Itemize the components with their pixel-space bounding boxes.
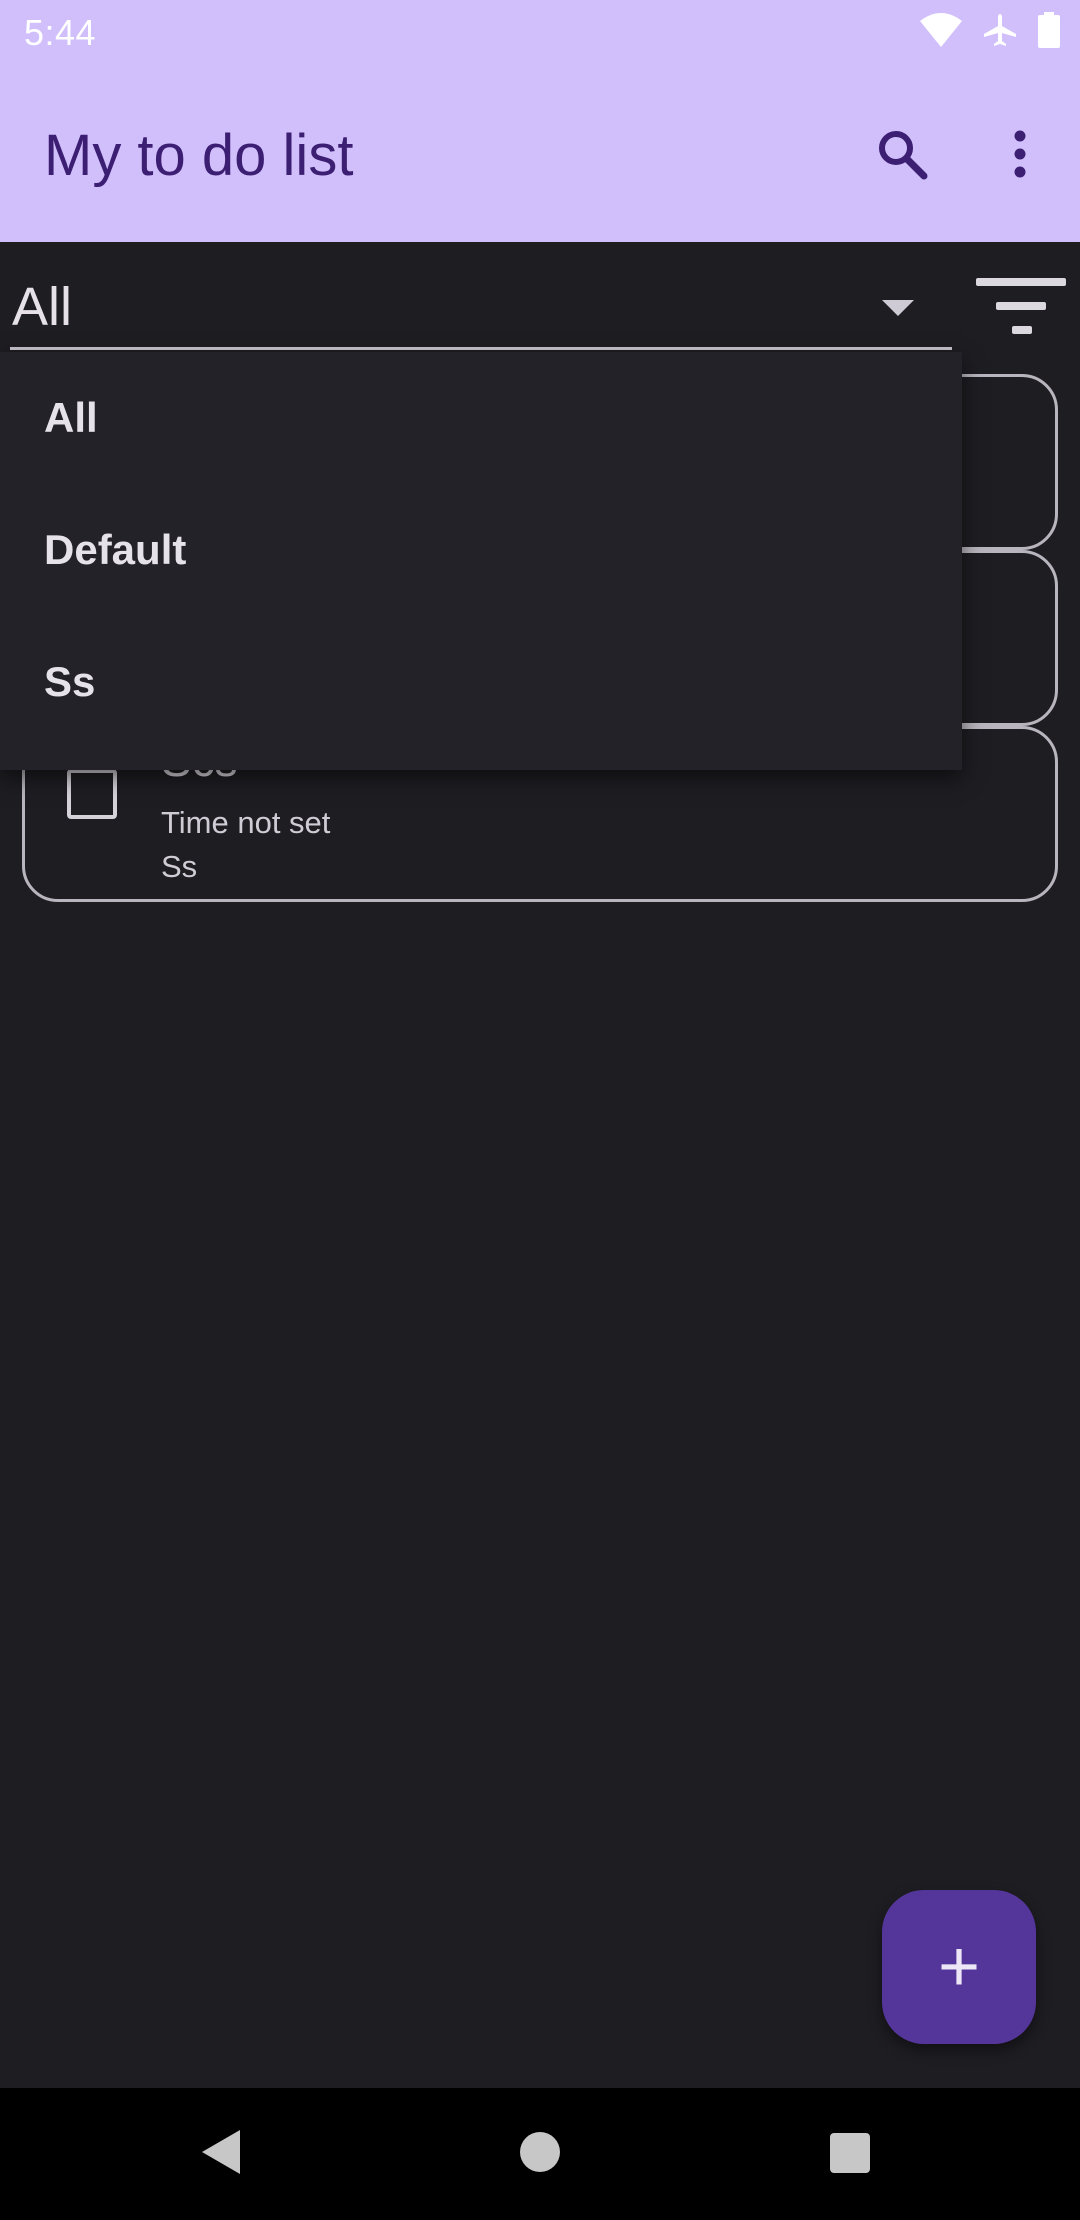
- status-bar: 5:44: [0, 0, 1080, 66]
- battery-icon: [1038, 11, 1060, 53]
- category-selected-value: All: [12, 277, 73, 337]
- page-title: My to do list: [44, 123, 354, 188]
- add-task-button[interactable]: +: [882, 1890, 1036, 2044]
- task-checkbox[interactable]: [67, 769, 117, 819]
- menu-item-default[interactable]: Default: [0, 484, 962, 616]
- status-time: 5:44: [24, 12, 97, 53]
- dropdown-arrow-icon: [882, 300, 914, 316]
- category-dropdown-menu: All Default Ss: [0, 352, 962, 770]
- more-options-button[interactable]: [980, 116, 1060, 196]
- back-button[interactable]: [200, 2128, 244, 2181]
- airplane-icon: [982, 12, 1018, 53]
- app-bar: My to do list: [0, 66, 1080, 242]
- menu-item-all[interactable]: All: [0, 352, 962, 484]
- status-icons: [920, 11, 1060, 53]
- sort-button[interactable]: [974, 272, 1068, 342]
- menu-item-ss[interactable]: Ss: [0, 616, 962, 748]
- search-button[interactable]: [862, 116, 942, 196]
- recents-button[interactable]: [830, 2133, 870, 2173]
- more-vert-icon: [1013, 130, 1027, 183]
- home-button[interactable]: [520, 2132, 560, 2172]
- task-category: Ss: [161, 849, 198, 884]
- category-dropdown[interactable]: All: [10, 262, 952, 350]
- navigation-bar: [0, 2088, 1080, 2220]
- plus-icon: +: [937, 1927, 981, 2007]
- wifi-icon: [920, 12, 962, 52]
- sort-icon: [976, 278, 1066, 286]
- search-icon: [876, 128, 928, 185]
- task-time: Time not set: [161, 805, 331, 840]
